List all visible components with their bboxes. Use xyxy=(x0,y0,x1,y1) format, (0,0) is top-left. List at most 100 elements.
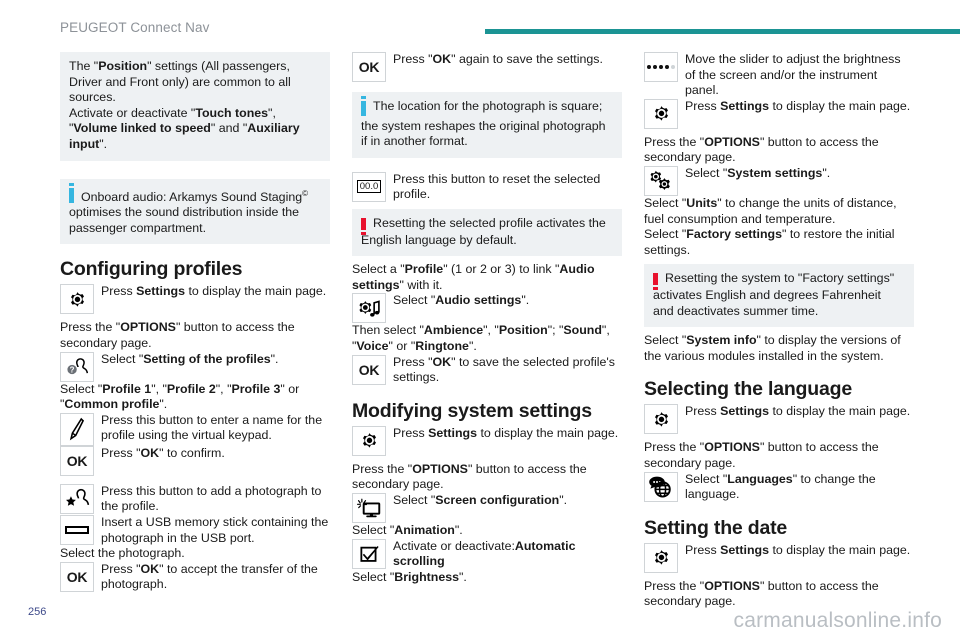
row-text: Select "Setting of the profiles". xyxy=(101,351,279,366)
page-header: PEUGEOT Connect Nav xyxy=(60,20,960,42)
languages-icon[interactable] xyxy=(644,471,678,502)
reset-label: 00.0 xyxy=(356,180,382,194)
slider-dots xyxy=(647,65,675,69)
row-text: Select "Audio settings". xyxy=(393,293,530,308)
gear-icon[interactable] xyxy=(60,284,94,315)
screen-configuration-icon[interactable] xyxy=(352,492,386,523)
ok-icon[interactable]: OK xyxy=(60,445,94,476)
para-select-profile: Select "Profile 1", "Profile 2", "Profil… xyxy=(60,381,300,412)
note-reset-language: Resetting the selected profile activates… xyxy=(352,208,622,257)
row-system-settings: Select "System settings". xyxy=(644,165,914,196)
row-text: Press "OK" to accept the transfer of the… xyxy=(101,561,318,592)
person-question-icon[interactable]: ? xyxy=(60,351,94,382)
row-press-settings: Press Settings to display the main page. xyxy=(644,98,914,129)
column-3: Move the slider to adjust the brightness… xyxy=(644,52,914,610)
ok-label: OK xyxy=(66,452,88,469)
row-text: Select "Screen configuration". xyxy=(393,492,568,507)
gear-icon[interactable] xyxy=(644,98,678,129)
brightness-slider-icon[interactable] xyxy=(644,52,678,82)
audio-settings-icon[interactable] xyxy=(352,293,386,324)
column-2: OK Press "OK" again to save the settings… xyxy=(352,52,622,585)
note-photo-location: The location for the photograph is squar… xyxy=(352,92,622,158)
header-rule xyxy=(485,29,960,34)
note-text: Onboard audio: Arkamys Sound Staging© op… xyxy=(69,188,309,235)
para-units: Select "Units" to change the units of di… xyxy=(644,195,897,226)
note-text: Resetting the selected profile activates… xyxy=(361,215,606,247)
row-text: Insert a USB memory stick containing the… xyxy=(101,515,329,545)
heading-setting-the-date: Setting the date xyxy=(644,516,788,539)
reset-value-icon[interactable]: 00.0 xyxy=(352,171,386,202)
para-press-options: Press the "OPTIONS" button to access the… xyxy=(60,320,295,351)
info-icon xyxy=(69,182,74,206)
row-text: Press Settings to display the main page. xyxy=(685,404,911,419)
row-automatic-scrolling: Activate or deactivate:Automatic scrolli… xyxy=(352,538,622,570)
row-ok-confirm: OK Press "OK" to confirm. xyxy=(60,445,330,476)
note-onboard-audio: Onboard audio: Arkamys Sound Staging© op… xyxy=(60,178,330,245)
gear-icon[interactable] xyxy=(644,404,678,435)
ok-label: OK xyxy=(358,361,380,378)
row-brightness-slider: Move the slider to adjust the brightness… xyxy=(644,52,914,99)
row-text: Press Settings to display the main page. xyxy=(685,542,911,557)
row-text: Move the slider to adjust the brightness… xyxy=(685,52,901,98)
checkbox-icon[interactable] xyxy=(352,538,386,569)
gear-icon[interactable] xyxy=(352,425,386,456)
row-enter-name: Press this button to enter a name for th… xyxy=(60,412,330,446)
watermark: carmanualsonline.info xyxy=(733,609,942,632)
row-text: Activate or deactivate:Automatic scrolli… xyxy=(393,538,576,569)
heading-configuring-profiles: Configuring profiles xyxy=(60,258,243,281)
para-factory-settings: Select "Factory settings" to restore the… xyxy=(644,227,895,257)
ok-label: OK xyxy=(358,59,380,75)
manual-title: PEUGEOT Connect Nav xyxy=(60,20,210,35)
ok-icon[interactable]: OK xyxy=(352,52,386,82)
row-ok-save: OK Press "OK" again to save the settings… xyxy=(352,52,622,82)
ok-icon[interactable]: OK xyxy=(60,561,94,592)
row-press-settings: Press Settings to display the main page. xyxy=(60,284,330,315)
heading-modifying-system-settings: Modifying system settings xyxy=(352,399,592,422)
info-icon xyxy=(361,96,366,119)
para-press-options: Press the "OPTIONS" button to access the… xyxy=(352,461,587,492)
row-audio-settings: Select "Audio settings". xyxy=(352,293,622,324)
warning-icon xyxy=(653,271,658,291)
row-text: Select "System settings". xyxy=(685,165,831,180)
ok-icon[interactable]: OK xyxy=(352,354,386,385)
gear-icon[interactable] xyxy=(644,542,678,573)
row-press-settings-language: Press Settings to display the main page. xyxy=(644,404,914,435)
row-text: Select "Languages" to change the languag… xyxy=(685,471,876,502)
row-text: Press this button to reset the selected … xyxy=(393,171,601,202)
warning-icon xyxy=(361,216,366,235)
row-text: Press Settings to display the main page. xyxy=(685,98,911,113)
row-text: Press "OK" again to save the settings. xyxy=(393,52,603,66)
row-ok-save-profile: OK Press "OK" to save the selected profi… xyxy=(352,354,622,386)
row-text: Press Settings to display the main page. xyxy=(393,425,619,440)
note-text: The location for the photograph is squar… xyxy=(361,99,606,149)
para-press-options: Press the "OPTIONS" button to access the… xyxy=(644,134,879,165)
row-setting-of-profiles: ? Select "Setting of the profiles". xyxy=(60,351,330,382)
para-then-select: Then select "Ambience", "Position"; "Sou… xyxy=(352,323,610,353)
row-press-settings: Press Settings to display the main page. xyxy=(352,425,622,456)
para-press-options-language: Press the "OPTIONS" button to access the… xyxy=(644,440,879,470)
content-columns: The "Position" settings (All passengers,… xyxy=(60,52,915,610)
note-text: Resetting the system to "Factory setting… xyxy=(653,271,895,318)
person-star-icon[interactable] xyxy=(60,483,94,514)
ok-label: OK xyxy=(66,568,88,585)
row-text: Press Settings to display the main page. xyxy=(101,284,327,299)
note-text: The "Position" settings (All passengers,… xyxy=(69,59,300,151)
row-text: Press "OK" to save the selected profile'… xyxy=(393,354,615,385)
page-number: 256 xyxy=(28,606,47,618)
svg-text:?: ? xyxy=(69,365,74,374)
row-text: Press this button to add a photograph to… xyxy=(101,483,322,514)
para-press-options-date: Press the "OPTIONS" button to access the… xyxy=(644,578,879,609)
note-factory-reset: Resetting the system to "Factory setting… xyxy=(644,264,914,328)
double-gear-icon[interactable] xyxy=(644,165,678,196)
para-system-info: Select "System info" to display the vers… xyxy=(644,333,901,363)
para-link-audio-settings: Select a "Profile" (1 or 2 or 3) to link… xyxy=(352,262,595,292)
row-reset-profile: 00.0 Press this button to reset the sele… xyxy=(352,171,622,203)
row-languages: Select "Languages" to change the languag… xyxy=(644,471,914,503)
row-press-settings-date: Press Settings to display the main page. xyxy=(644,542,914,573)
row-ok-transfer: OK Press "OK" to accept the transfer of … xyxy=(60,561,330,593)
para-animation: Select "Animation". xyxy=(352,522,463,537)
para-select-photograph: Select the photograph. xyxy=(60,546,185,561)
pen-icon[interactable] xyxy=(60,412,94,446)
usb-stick-icon[interactable] xyxy=(60,515,94,546)
heading-selecting-the-language: Selecting the language xyxy=(644,378,852,401)
